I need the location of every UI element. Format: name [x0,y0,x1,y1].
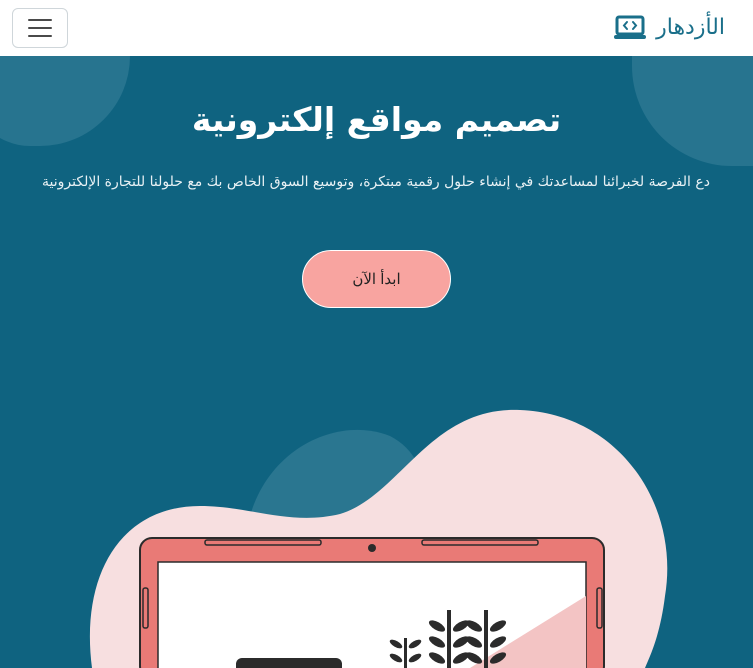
hero-section: تصميم مواقع إلكترونية دع الفرصة لخبرائنا… [0,56,753,668]
laptop-camera [368,544,376,552]
hamburger-menu-icon-bar-3 [28,35,52,37]
screen-dark-card [236,658,342,668]
laptop-code-icon [614,15,647,39]
navbar: الأزدهار [0,0,753,56]
hero-subtitle: دع الفرصة لخبرائنا لمساعدتك في إنشاء حلو… [42,174,710,190]
start-now-button[interactable]: ابدأ الآن [302,250,451,308]
hamburger-menu-icon-bar-2 [28,27,52,29]
brand-name: الأزدهار [656,15,725,40]
brand-link[interactable]: الأزدهار [614,12,725,44]
menu-toggle-button[interactable] [12,8,68,48]
hero-title: تصميم مواقع إلكترونية [191,100,562,139]
hamburger-menu-icon [28,19,52,21]
laptop-illustration [89,409,668,668]
